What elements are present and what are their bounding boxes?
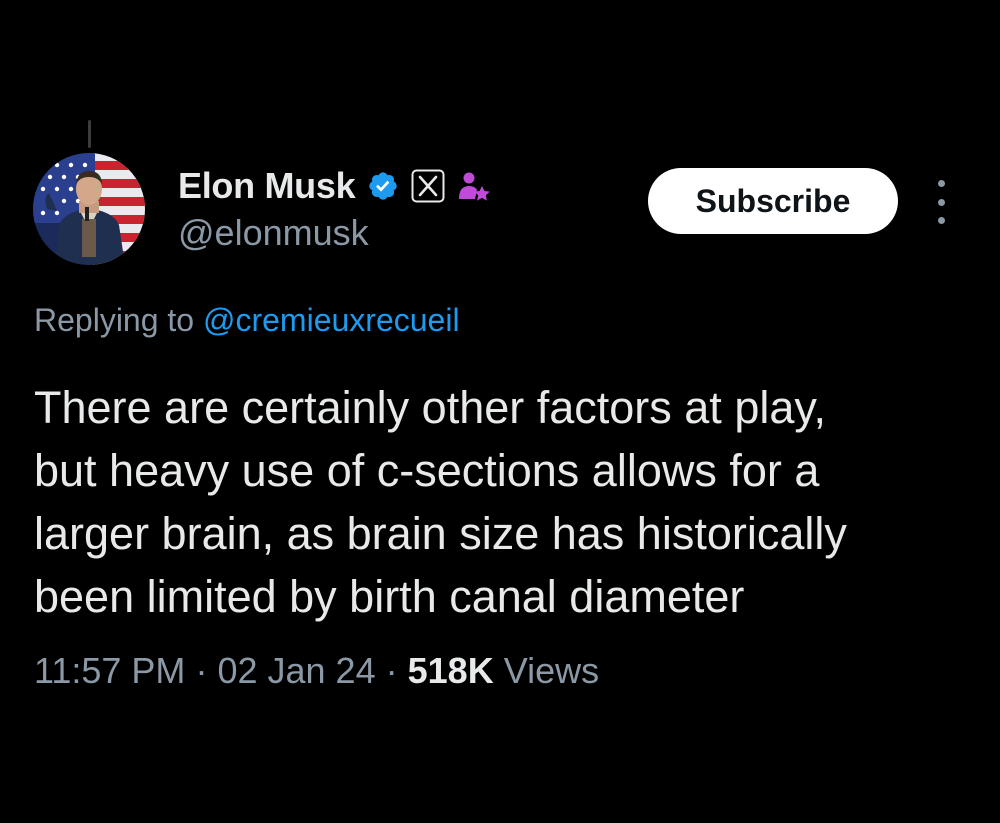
tweet-text-line: larger brain, as brain size has historic…: [34, 508, 847, 559]
thread-connector-line: [88, 120, 91, 148]
tweet-text-line: but heavy use of c-sections allows for a: [34, 445, 820, 496]
more-options-dot: [937, 198, 945, 206]
author-handle[interactable]: @elonmusk: [178, 212, 369, 254]
tweet-text-line: There are certainly other factors at pla…: [34, 382, 827, 433]
author-display-name[interactable]: Elon Musk: [178, 165, 356, 207]
tweet-text-line: been limited by birth canal diameter: [34, 571, 745, 622]
x-logo-badge-icon[interactable]: [411, 169, 445, 203]
author-name-row: Elon Musk: [178, 162, 491, 210]
tweet-time[interactable]: 11:57 PM: [34, 650, 185, 691]
tweet-body: There are certainly other factors at pla…: [34, 376, 974, 628]
more-options-icon[interactable]: [928, 180, 954, 224]
replying-to-line: Replying to @cremieuxrecueil: [34, 302, 460, 339]
views-count: 518K: [407, 650, 494, 691]
tweet-metadata: 11:57 PM · 02 Jan 24 · 518K Views: [34, 650, 599, 692]
replied-user-link[interactable]: @cremieuxrecueil: [203, 302, 460, 338]
profile-avatar[interactable]: [33, 153, 145, 265]
avatar-image: [33, 153, 145, 265]
more-options-dot: [937, 180, 945, 187]
user-star-icon: [457, 169, 491, 203]
verified-checkmark-icon[interactable]: [367, 170, 399, 202]
tweet-date[interactable]: 02 Jan 24: [217, 650, 375, 691]
more-options-dot: [937, 217, 945, 224]
meta-separator: ·: [385, 650, 398, 691]
replying-to-prefix: Replying to: [34, 302, 203, 338]
subscribe-button[interactable]: Subscribe: [648, 168, 898, 234]
views-label: Views: [503, 650, 600, 691]
meta-separator: ·: [195, 650, 208, 691]
